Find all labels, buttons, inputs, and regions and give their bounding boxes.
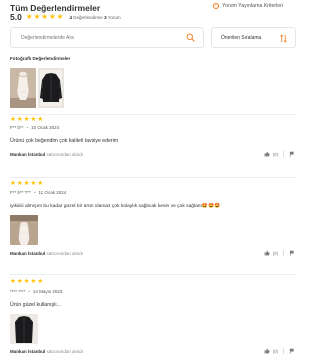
rating-summary: 5.0 ★ ★ ★ ★ ★ 4 Değerlendirme 3 Yorum [10,12,121,22]
seller-name[interactable]: Mankan İstanbul [10,251,45,256]
star-icon: ★ [37,180,44,187]
review-author: **** **** [10,289,26,294]
info-icon: i [213,3,219,9]
comment-count: 3 [104,14,107,20]
star-icon: ★ [30,116,37,123]
review-stars: ★ ★ ★ ★ ★ [10,278,44,286]
seller-name[interactable]: Mankan İstanbul [10,349,45,354]
search-icon[interactable] [186,33,195,42]
star-icon: ★ [10,116,16,123]
search-placeholder: Değerlendirmelerde Ara [21,35,74,41]
review-text: Ürün güzel kullanışlı... [10,302,62,308]
divider [10,274,295,275]
sort-icon [280,34,287,43]
review-actions: (0) [264,348,295,354]
like-count: (0) [272,348,278,354]
report-flag-icon[interactable] [289,348,295,354]
star-icon: ★ [49,12,56,22]
review-seller: Mankan İstanbul satıcısından alındı [10,349,83,354]
star-icon: ★ [23,116,30,123]
star-icon: ★ [16,180,23,187]
divider [283,250,284,256]
criteria-label: Yorum Yayınlama Kriterleri [222,3,284,9]
photo-reviews-title: Fotoğraflı Değerlendirmeler [10,56,71,61]
divider [10,177,295,178]
average-score: 5.0 [10,12,22,22]
review-author: F** b** [10,125,24,130]
thumbs-up-icon[interactable] [264,250,270,256]
review-date: 10 Ocak 2024 [31,125,60,130]
review-photo-mannequin[interactable] [10,68,36,108]
like-count: (0) [272,250,278,256]
star-icon: ★ [56,12,64,22]
review-meta: F** b** T** • 11 Ocak 2024 [10,190,67,195]
star-icon: ★ [16,116,23,123]
thumbs-up-icon[interactable] [264,348,270,354]
star-icon: ★ [37,116,44,123]
seller-suffix: satıcısından alındı [46,152,84,157]
thumbs-up-icon[interactable] [264,151,270,157]
rating-count-label: Değerlendirme [73,14,103,20]
star-icon: ★ [37,278,44,285]
star-icon: ★ [16,278,23,285]
comment-count-label: Yorum [107,14,121,20]
like-count: (0) [272,151,278,157]
divider [283,348,284,354]
star-icon: ★ [30,278,37,285]
report-flag-icon[interactable] [289,151,295,157]
sort-selected: Önerilen Sıralama [221,35,262,41]
review-actions: (0) [264,151,295,157]
review-author: F** b** T** [10,190,31,195]
sort-dropdown[interactable]: Önerilen Sıralama [211,27,296,48]
divider [10,114,295,115]
star-icon: ★ [25,12,33,22]
search-input[interactable]: Değerlendirmelerde Ara [10,27,204,48]
star-icon: ★ [23,180,30,187]
star-icon: ★ [10,180,16,187]
review-stars: ★ ★ ★ ★ ★ [10,116,44,124]
review-date: 14 Mayıs 2023 [32,289,63,294]
rating-count: 4 [69,14,73,20]
rating-counts: 4 Değerlendirme 3 Yorum [70,15,121,20]
review-photo-jacket[interactable] [10,314,38,344]
rating-stars: ★ ★ ★ ★ ★ [26,13,64,21]
review-stars: ★ ★ ★ ★ ★ [10,180,44,188]
review-meta: **** **** • 14 Mayıs 2023 [10,289,63,294]
seller-suffix: satıcısından alındı [46,251,84,256]
review-date: 11 Ocak 2024 [38,190,67,195]
review-photo-jacket[interactable] [38,68,64,108]
publishing-criteria-link[interactable]: i Yorum Yayınlama Kriterleri [213,3,283,9]
review-seller: Mankan İstanbul satıcısından alındı [10,251,83,256]
star-icon: ★ [23,278,30,285]
star-icon: ★ [30,180,37,187]
review-actions: (0) [264,250,295,256]
review-photo-mannequin[interactable] [10,215,38,245]
review-text: Ürünü çok beğendim çok kaliteli tavsiye … [10,138,119,144]
review-seller: Mankan İstanbul satıcısından alındı [10,152,83,157]
seller-name[interactable]: Mankan İstanbul [10,152,45,157]
star-icon: ★ [10,278,16,285]
review-text: iyikiiiiii almışım bu kadar güzel bir ür… [10,204,221,209]
star-icon: ★ [33,12,41,22]
report-flag-icon[interactable] [289,250,295,256]
divider [283,151,284,157]
star-icon: ★ [41,12,49,22]
review-meta: F** b** • 10 Ocak 2024 [10,125,60,130]
seller-suffix: satıcısından alındı [46,349,84,354]
